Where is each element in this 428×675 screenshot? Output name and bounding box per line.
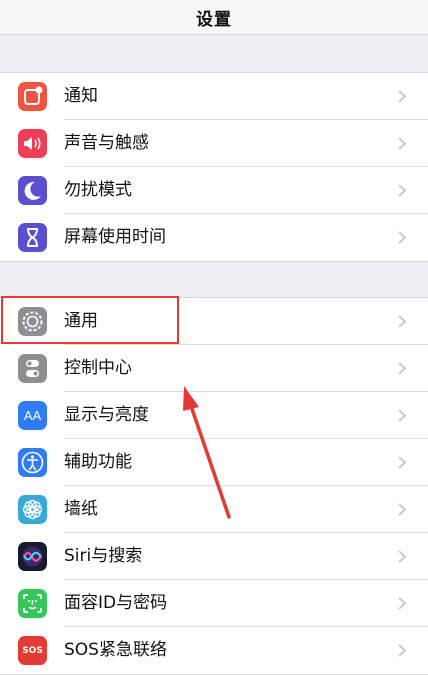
row-label: 声音与触感 — [64, 133, 149, 153]
row-label: 墙纸 — [64, 499, 98, 519]
row-label: 勿扰模式 — [64, 180, 132, 200]
settings-group-1: 通知 声音与触感 勿扰模式 屏幕使用时间 — [0, 72, 428, 262]
siri-icon — [18, 542, 47, 571]
settings-row-wallpaper[interactable]: 墙纸 — [0, 486, 428, 533]
settings-row-do-not-disturb[interactable]: 勿扰模式 — [0, 167, 428, 214]
settings-row-general[interactable]: 通用 — [0, 298, 428, 345]
notifications-icon — [18, 82, 47, 111]
chevron-right-icon — [398, 409, 406, 422]
chevron-right-icon — [398, 90, 406, 103]
settings-row-notifications[interactable]: 通知 — [0, 73, 428, 120]
settings-row-sounds[interactable]: 声音与触感 — [0, 120, 428, 167]
gear-icon — [18, 307, 47, 336]
row-label: 面容ID与密码 — [64, 593, 168, 613]
navigation-bar: 设置 — [0, 0, 428, 35]
settings-row-emergency-sos[interactable]: SOS SOS紧急联络 — [0, 627, 428, 674]
control-center-icon — [18, 354, 47, 383]
chevron-right-icon — [398, 231, 406, 244]
row-label: 控制中心 — [64, 358, 132, 378]
chevron-right-icon — [398, 597, 406, 610]
face-id-icon — [18, 589, 47, 618]
moon-icon — [18, 176, 47, 205]
row-label: 辅助功能 — [64, 452, 132, 472]
row-label: 屏幕使用时间 — [64, 227, 166, 247]
sound-icon — [18, 129, 47, 158]
settings-row-face-id-passcode[interactable]: 面容ID与密码 — [0, 580, 428, 627]
chevron-right-icon — [398, 184, 406, 197]
chevron-right-icon — [398, 503, 406, 516]
settings-row-display-brightness[interactable]: AA 显示与亮度 — [0, 392, 428, 439]
row-label: 通知 — [64, 86, 98, 106]
row-label: 通用 — [64, 311, 98, 331]
sos-icon: SOS — [18, 636, 47, 665]
settings-group-2: 通用 控制中心 AA 显示与亮度 辅助功能 墙纸 Siri与搜索 面容ID与密码… — [0, 297, 428, 675]
settings-row-accessibility[interactable]: 辅助功能 — [0, 439, 428, 486]
hourglass-icon — [18, 223, 47, 252]
row-label: SOS紧急联络 — [64, 640, 167, 660]
chevron-right-icon — [398, 137, 406, 150]
chevron-right-icon — [398, 644, 406, 657]
chevron-right-icon — [398, 362, 406, 375]
page-title: 设置 — [196, 9, 232, 30]
wallpaper-icon — [18, 495, 47, 524]
row-label: 显示与亮度 — [64, 405, 149, 425]
chevron-right-icon — [398, 315, 406, 328]
chevron-right-icon — [398, 456, 406, 469]
row-label: Siri与搜索 — [64, 546, 143, 566]
settings-row-siri-search[interactable]: Siri与搜索 — [0, 533, 428, 580]
chevron-right-icon — [398, 550, 406, 563]
settings-row-screen-time[interactable]: 屏幕使用时间 — [0, 214, 428, 261]
settings-row-control-center[interactable]: 控制中心 — [0, 345, 428, 392]
display-brightness-icon: AA — [18, 401, 47, 430]
accessibility-icon — [18, 448, 47, 477]
